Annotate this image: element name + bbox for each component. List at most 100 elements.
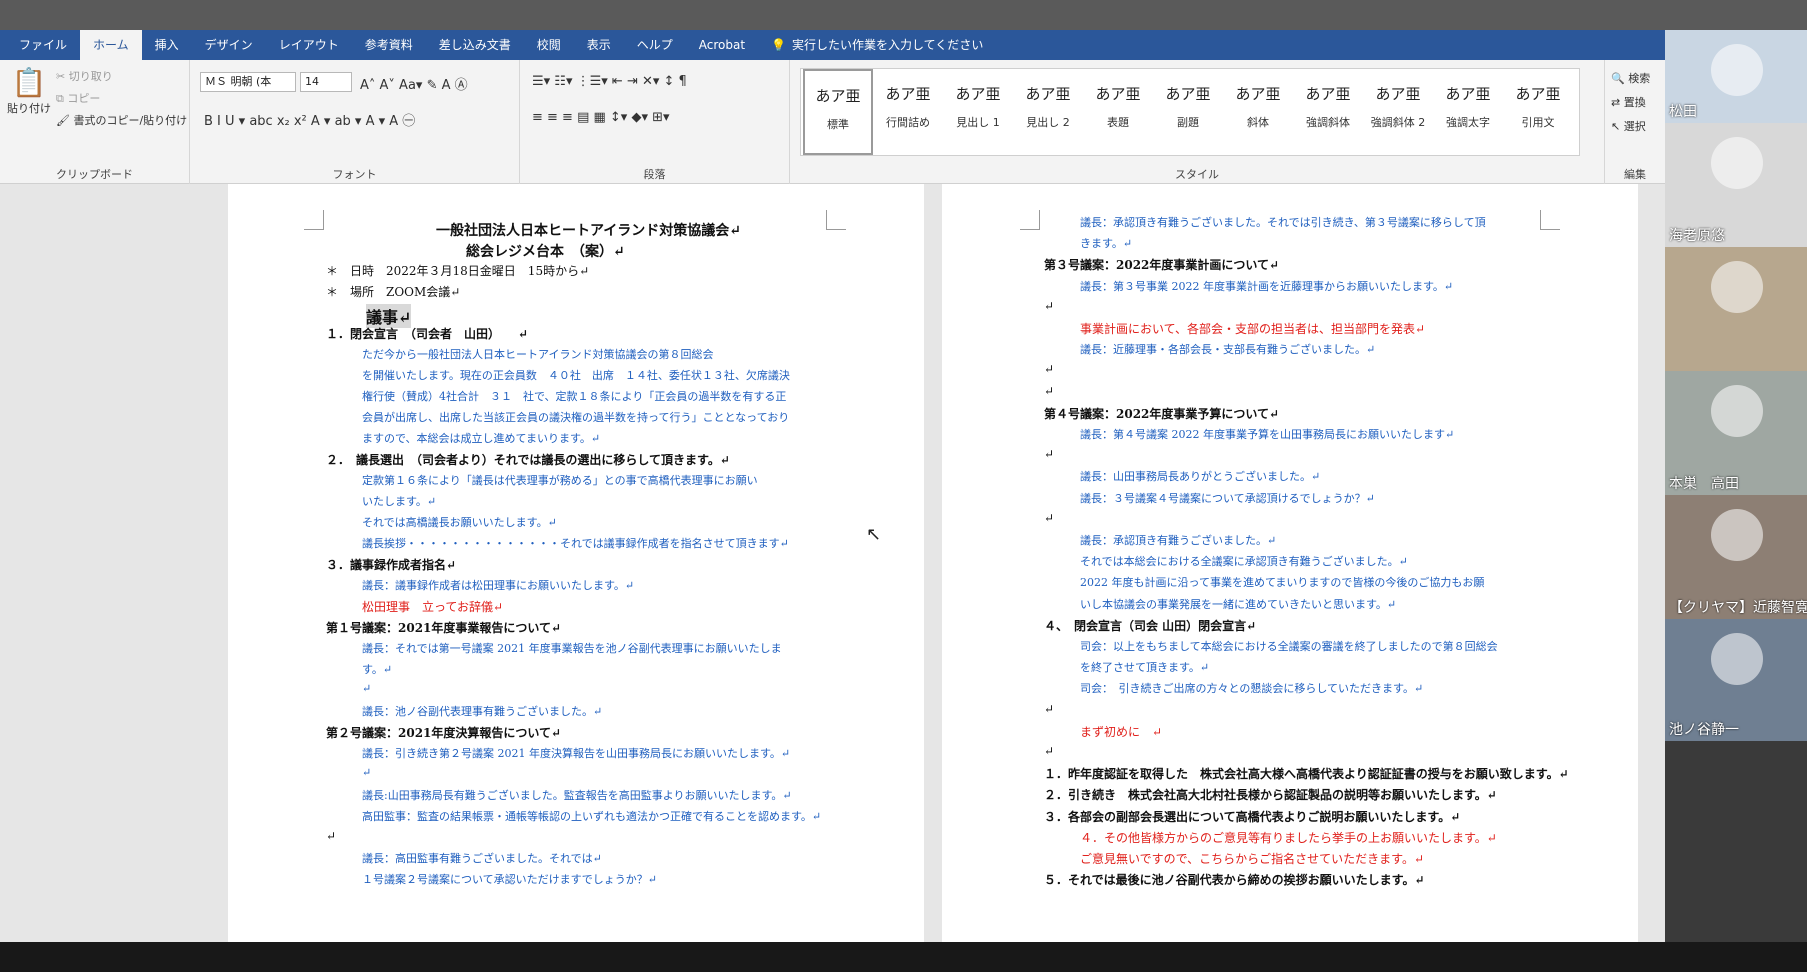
document-line[interactable]: 議長：高田監事有難うございました。それでは↵ bbox=[362, 850, 602, 866]
document-line[interactable]: ４、 閉会宣言（司会 山田）閉会宣言↵ bbox=[1044, 617, 1256, 634]
tab-insert[interactable]: 挿入 bbox=[142, 30, 192, 60]
document-line[interactable]: 松田理事 立ってお辞儀↵ bbox=[362, 598, 503, 615]
document-line[interactable]: す。↵ bbox=[362, 661, 392, 677]
document-line[interactable]: 高田監事：監査の結果帳票・通帳等帳認の上いずれも適法かつ正確で有ることを認めます… bbox=[362, 808, 821, 824]
document-line[interactable]: ↵ bbox=[1044, 702, 1054, 716]
document-line[interactable]: 第３号議案：2022年度事業計画について↵ bbox=[1044, 256, 1279, 273]
document-line[interactable]: 議長：３号議案４号議案について承認頂けるでしょうか？↵ bbox=[1080, 490, 1375, 506]
document-line[interactable]: ますので、本総会は成立し進めてまいります。↵ bbox=[362, 430, 600, 446]
document-line[interactable]: 司会： 引き続きご出席の方々との懇談会に移らしていただきます。↵ bbox=[1080, 680, 1423, 696]
tab-acrobat[interactable]: Acrobat bbox=[686, 30, 758, 60]
font-size-combo[interactable]: 14 bbox=[300, 72, 352, 92]
style-item[interactable]: あア亜 行間詰め bbox=[873, 69, 943, 155]
style-item[interactable]: あア亜 斜体 bbox=[1223, 69, 1293, 155]
document-line[interactable]: 議長：引き続き第２号議案 2021 年度決算報告を山田事務局長にお願いいたします… bbox=[362, 745, 790, 761]
select-button[interactable]: ↖ 選択 bbox=[1611, 118, 1646, 134]
style-item[interactable]: あア亜 強調斜体 2 bbox=[1363, 69, 1433, 155]
document-line[interactable]: 権行使（賛成）4社合計 ３１ 社で、定款１８条により「正会員の過半数を有する正 bbox=[362, 388, 786, 404]
document-line[interactable]: ↵ bbox=[1044, 299, 1054, 313]
document-line[interactable]: ＊ 場所 ZOOM会議↵ bbox=[326, 283, 460, 300]
list-buttons[interactable]: ☰▾ ☷▾ ⋮☰▾ ⇤ ⇥ ✕▾ ↕ ¶ bbox=[532, 74, 687, 89]
document-line[interactable]: ５．それでは最後に池ノ谷副代表から締めの挨拶お願いいたします。↵ bbox=[1044, 871, 1425, 888]
document-line[interactable]: ↵ bbox=[362, 766, 371, 779]
document-line[interactable]: 議長：第４号議案 2022 年度事業予算を山田事務局長にお願いいたします↵ bbox=[1080, 426, 1454, 442]
document-line[interactable]: 議長：承認頂き有難うございました。↵ bbox=[1080, 532, 1276, 548]
document-line[interactable]: 議長挨拶・・・・・・・・・・・・・・それでは議事録作成者を指名させて頂きます↵ bbox=[362, 535, 789, 551]
document-line[interactable]: 司会：以上をもちまして本総会における全議案の審議を終了しましたので第８回総会 bbox=[1080, 638, 1498, 654]
style-item[interactable]: あア亜 標準 bbox=[803, 69, 873, 155]
document-area[interactable]: 一般社団法人日本ヒートアイランド対策協議会↵ 総会レジメ台本 （案）↵ ＊ 日時 2… bbox=[0, 184, 1665, 942]
participant-tile[interactable]: 海老原悠 bbox=[1665, 123, 1807, 247]
participant-tile[interactable]: 【クリヤマ】近藤智寛 bbox=[1665, 495, 1807, 619]
document-line[interactable]: ↵ bbox=[1044, 511, 1054, 525]
document-line[interactable]: 総会レジメ台本 （案）↵ bbox=[466, 241, 625, 261]
document-line[interactable]: 一般社団法人日本ヒートアイランド対策協議会↵ bbox=[436, 220, 741, 240]
style-item[interactable]: あア亜 見出し 1 bbox=[943, 69, 1013, 155]
document-line[interactable]: を開催いたします。現在の正会員数 ４０社 出席 １４社、委任状１３社、欠席議決 bbox=[362, 367, 790, 383]
document-line[interactable]: 議長：近藤理事・各部会長・支部長有難うございました。↵ bbox=[1080, 341, 1375, 357]
document-line[interactable]: ↵ bbox=[1044, 744, 1054, 758]
document-line[interactable]: 議長：第３号事業 2022 年度事業計画を近藤理事からお願いいたします。↵ bbox=[1080, 278, 1453, 294]
document-line[interactable]: １．閉会宣言 （司会者 山田） ↵ bbox=[326, 325, 528, 342]
document-line[interactable]: 第１号議案：2021年度事業報告について↵ bbox=[326, 619, 561, 636]
document-line[interactable]: 議長：それでは第一号議案 2021 年度事業報告を池ノ谷副代表理事にお願いいたし… bbox=[362, 640, 782, 656]
document-line[interactable]: ↵ bbox=[362, 682, 371, 695]
font-format-buttons[interactable]: B I U ▾ abc x₂ x² A ▾ ab ▾ A ▾ A ㊀ bbox=[204, 110, 415, 129]
document-line[interactable]: ↵ bbox=[1044, 384, 1054, 398]
copy-button[interactable]: ⧉ コピー bbox=[56, 90, 100, 106]
format-painter-button[interactable]: 🖌 書式のコピー/貼り付け bbox=[56, 112, 187, 128]
tab-review[interactable]: 校閲 bbox=[524, 30, 574, 60]
document-line[interactable]: ↵ bbox=[1044, 362, 1054, 376]
document-line[interactable]: 第２号議案：2021年度決算報告について↵ bbox=[326, 724, 561, 741]
document-line[interactable]: 議長：承認頂き有難うございました。それでは引き続き、第３号議案に移らして頂 bbox=[1080, 214, 1486, 230]
participant-tile[interactable] bbox=[1665, 247, 1807, 371]
document-line[interactable]: いし本協議会の事業発展を一緒に進めていきたいと思います。↵ bbox=[1080, 596, 1396, 612]
style-item[interactable]: あア亜 見出し 2 bbox=[1013, 69, 1083, 155]
tab-home[interactable]: ホーム bbox=[80, 30, 142, 60]
document-line[interactable]: それでは本総会における全議案に承認頂き有難うございました。↵ bbox=[1080, 553, 1408, 569]
paste-button[interactable]: 📋 貼り付け bbox=[6, 66, 52, 116]
document-line[interactable]: ２．引き続き 株式会社高大北村社長様から認証製品の説明等お願いいたします。↵ bbox=[1044, 786, 1497, 803]
grow-font-icon[interactable]: A˄ A˅ Aa▾ ✎ A Ⓐ bbox=[360, 74, 468, 93]
tell-me-box[interactable]: 💡 実行したい作業を入力してください bbox=[758, 30, 996, 60]
participant-tile[interactable]: 本巣 高田 bbox=[1665, 371, 1807, 495]
participant-tile[interactable]: 池ノ谷静一 bbox=[1665, 619, 1807, 741]
document-line[interactable]: １号議案２号議案について承認いただけますでしょうか？↵ bbox=[362, 871, 657, 887]
style-item[interactable]: あア亜 引用文 bbox=[1503, 69, 1573, 155]
document-line[interactable]: 議長：議事録作成者は松田理事にお願いいたします。↵ bbox=[362, 577, 634, 593]
document-line[interactable]: 第４号議案：2022年度事業予算について↵ bbox=[1044, 405, 1279, 422]
document-line[interactable]: 議長：山田事務局長ありがとうございました。↵ bbox=[1080, 468, 1320, 484]
document-line[interactable]: ↵ bbox=[1044, 447, 1054, 461]
document-line[interactable]: 議長：池ノ谷副代表理事有難うございました。↵ bbox=[362, 703, 602, 719]
cut-button[interactable]: ✂ 切り取り bbox=[56, 68, 113, 84]
page-left[interactable]: 一般社団法人日本ヒートアイランド対策協議会↵ 総会レジメ台本 （案）↵ ＊ 日時 2… bbox=[228, 184, 924, 942]
document-line[interactable]: まず初めに ↵ bbox=[1080, 723, 1162, 740]
document-line[interactable]: ＊ 日時 2022年３月18日金曜日 15時から↵ bbox=[326, 262, 589, 279]
document-line[interactable]: ３．各部会の副部会長選出について高橋代表よりご説明お願いいたします。↵ bbox=[1044, 808, 1460, 825]
tab-mailings[interactable]: 差し込み文書 bbox=[426, 30, 524, 60]
document-line[interactable]: きます。↵ bbox=[1080, 235, 1132, 251]
document-line[interactable]: ご意見無いですので、こちらからご指名させていただきます。↵ bbox=[1080, 850, 1424, 867]
participant-tile[interactable]: 松田 bbox=[1665, 30, 1807, 123]
document-line[interactable]: ４．その他皆様方からのご意見等有りましたら挙手の上お願いいたします。↵ bbox=[1080, 829, 1497, 846]
document-line[interactable]: いたします。↵ bbox=[362, 493, 436, 509]
tab-help[interactable]: ヘルプ bbox=[624, 30, 686, 60]
tab-file[interactable]: ファイル bbox=[6, 30, 80, 60]
document-line[interactable]: 定款第１６条により「議長は代表理事が務める」との事で高橋代表理事にお願い bbox=[362, 472, 758, 488]
document-line[interactable]: 2022 年度も計画に沿って事業を進めてまいりますので皆様の今後のご協力もお願 bbox=[1080, 574, 1484, 590]
tab-layout[interactable]: レイアウト bbox=[266, 30, 352, 60]
document-line[interactable]: １．昨年度認証を取得した 株式会社高大様へ高橋代表より認証証書の授与をお願い致し… bbox=[1044, 765, 1569, 782]
document-line[interactable]: 議長:山田事務局長有難うございました。監査報告を高田監事よりお願いいたします。↵ bbox=[362, 787, 792, 803]
style-item[interactable]: あア亜 強調斜体 bbox=[1293, 69, 1363, 155]
document-line[interactable]: それでは高橋議長お願いいたします。↵ bbox=[362, 514, 557, 530]
document-line[interactable]: ２． 議長選出 （司会者より）それでは議長の選出に移らして頂きます。↵ bbox=[326, 451, 730, 468]
document-line[interactable]: 会員が出席し、出席した当該正会員の議決権の過半数を持って行う」こととなっており bbox=[362, 409, 789, 425]
tab-design[interactable]: デザイン bbox=[192, 30, 266, 60]
document-line[interactable]: 事業計画において、各部会・支部の担当者は、担当部門を発表↵ bbox=[1080, 320, 1425, 337]
font-name-combo[interactable]: ＭＳ 明朝 (本 bbox=[200, 72, 296, 92]
style-item[interactable]: あア亜 表題 bbox=[1083, 69, 1153, 155]
page-right[interactable]: 議長：承認頂き有難うございました。それでは引き続き、第３号議案に移らして頂 きます… bbox=[942, 184, 1638, 942]
tab-view[interactable]: 表示 bbox=[574, 30, 624, 60]
document-line[interactable]: ↵ bbox=[326, 829, 336, 843]
find-button[interactable]: 🔍 検索 bbox=[1611, 70, 1650, 86]
